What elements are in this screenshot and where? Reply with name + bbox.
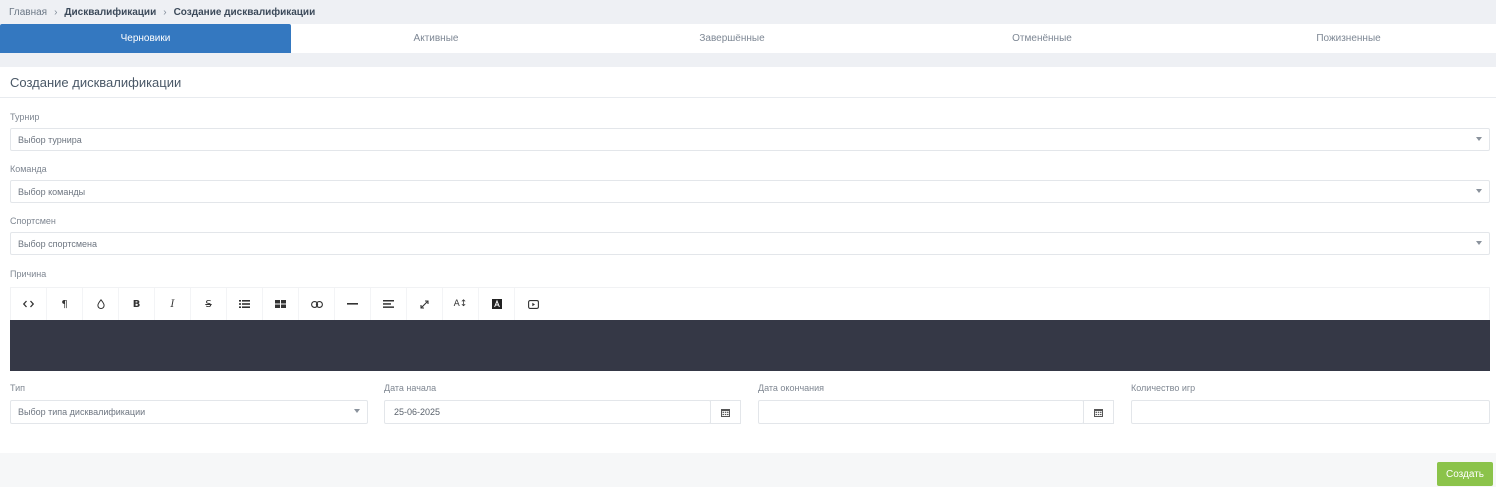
start-date-label: Дата начала — [384, 383, 437, 393]
team-select-value: Выбор команды — [18, 186, 86, 197]
reason-editor[interactable] — [10, 320, 1490, 371]
breadcrumb-home[interactable]: Главная — [9, 7, 47, 18]
tournament-select[interactable]: Выбор турнира — [10, 128, 1490, 151]
tab-active[interactable]: Активные — [291, 24, 581, 53]
calendar-icon[interactable] — [1083, 400, 1114, 424]
caret-down-icon — [1476, 241, 1482, 245]
strikethrough-icon[interactable]: S — [191, 287, 227, 321]
caret-down-icon — [1476, 189, 1482, 193]
tab-drafts[interactable]: Черновики — [0, 24, 291, 53]
color-drop-icon[interactable] — [83, 287, 119, 321]
end-date-input[interactable] — [758, 400, 1084, 424]
form-footer — [0, 453, 1496, 487]
create-disqualification-form: Создание дисквалификации Турнир Выбор ту… — [0, 67, 1496, 453]
games-count-input[interactable] — [1131, 400, 1490, 424]
code-view-icon[interactable] — [11, 287, 47, 321]
table-icon[interactable] — [263, 287, 299, 321]
type-select[interactable]: Выбор типа дисквалификации — [10, 400, 368, 424]
tab-lifetime[interactable]: Пожизненные — [1201, 24, 1496, 53]
fullscreen-icon[interactable] — [407, 287, 443, 321]
editor-toolbar: ¶ B I S A↕ — [10, 287, 1490, 321]
create-button[interactable]: Создать — [1437, 462, 1493, 486]
status-tabs: Черновики Активные Завершённые Отменённы… — [0, 24, 1496, 53]
italic-icon[interactable]: I — [155, 287, 191, 321]
text-color-icon[interactable] — [479, 287, 515, 321]
align-icon[interactable] — [371, 287, 407, 321]
tabs-spacer — [0, 53, 1496, 67]
breadcrumb: Главная › Дисквалификации › Создание дис… — [0, 0, 1496, 24]
link-icon[interactable] — [299, 287, 335, 321]
type-select-value: Выбор типа дисквалификации — [18, 407, 146, 417]
athlete-select[interactable]: Выбор спортсмена — [10, 232, 1490, 255]
breadcrumb-current: Создание дисквалификации — [173, 6, 316, 18]
calendar-icon[interactable] — [710, 400, 741, 424]
tab-cancelled[interactable]: Отменённые — [883, 24, 1201, 53]
end-date-label: Дата окончания — [758, 383, 825, 393]
bullet-list-icon[interactable] — [227, 287, 263, 321]
form-title: Создание дисквалификации — [10, 75, 182, 90]
breadcrumb-chevron-icon: › — [54, 6, 58, 18]
athlete-select-value: Выбор спортсмена — [18, 238, 98, 249]
font-size-icon[interactable]: A↕ — [443, 287, 479, 321]
breadcrumb-section[interactable]: Дисквалификации — [64, 7, 156, 18]
caret-down-icon — [1476, 137, 1482, 141]
breadcrumb-chevron-icon: › — [163, 6, 167, 18]
athlete-label: Спортсмен — [10, 216, 56, 226]
tournament-select-value: Выбор турнира — [18, 134, 82, 145]
paragraph-icon[interactable]: ¶ — [47, 287, 83, 321]
bold-icon[interactable]: B — [119, 287, 155, 321]
tournament-label: Турнир — [10, 112, 40, 122]
start-date-input[interactable]: 25-06-2025 — [384, 400, 711, 424]
games-count-label: Количество игр — [1131, 383, 1196, 393]
team-select[interactable]: Выбор команды — [10, 180, 1490, 203]
team-label: Команда — [10, 164, 47, 174]
horizontal-rule-icon[interactable] — [335, 287, 371, 321]
video-icon[interactable] — [515, 288, 551, 321]
type-label: Тип — [10, 383, 26, 393]
caret-down-icon — [354, 409, 360, 413]
tab-completed[interactable]: Завершённые — [581, 24, 883, 53]
reason-label: Причина — [10, 269, 47, 279]
title-divider — [0, 97, 1496, 98]
